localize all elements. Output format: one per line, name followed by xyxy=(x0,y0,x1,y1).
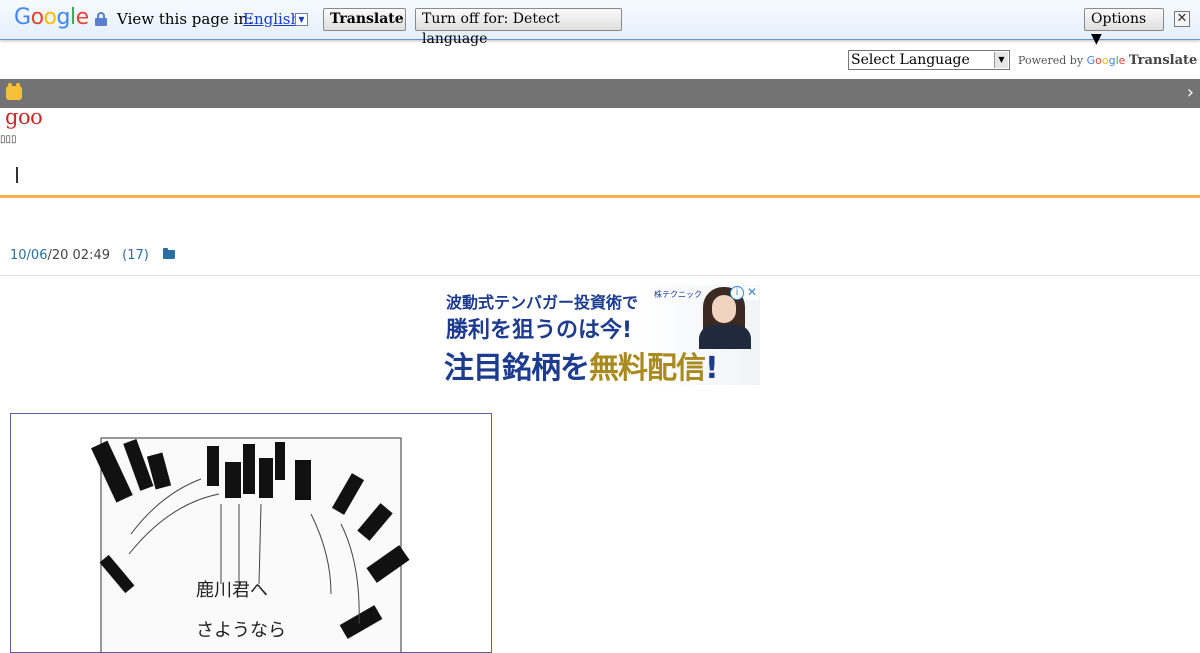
text-cursor xyxy=(16,167,18,183)
language-dropdown-arrow-icon[interactable]: ▼ xyxy=(295,13,308,26)
view-page-label: View this page in: xyxy=(117,10,254,28)
blog-toolbar: › xyxy=(0,79,1200,108)
folder-icon[interactable] xyxy=(162,248,175,259)
ad-line-1: 波動式テンバガー投資術で xyxy=(446,293,639,312)
svg-text:鹿川君へ: 鹿川君へ xyxy=(196,580,268,601)
meta-divider xyxy=(0,275,1200,276)
chevron-down-icon: ▼ xyxy=(994,52,1008,68)
ad-line-2-text: 勝利を狙うのは今! xyxy=(446,318,633,343)
ad-close-icon[interactable]: ✕ xyxy=(745,286,759,300)
svg-text:さようなら: さようなら xyxy=(196,620,286,641)
calligraphy-collage-image: 鹿川君へ さようなら xyxy=(91,437,410,652)
ad-line-3: 注目銘柄を無料配信! xyxy=(444,343,719,385)
powered-by-label: Powered by xyxy=(1018,54,1084,67)
ad-info-icon[interactable]: i xyxy=(730,286,744,300)
translate-wordmark: Translate xyxy=(1128,53,1198,68)
post-date-link[interactable]: 10/06 xyxy=(10,248,47,263)
header-divider xyxy=(0,195,1200,198)
ad-line-3-c: ! xyxy=(705,351,719,385)
chevron-right-icon[interactable]: › xyxy=(1187,82,1194,103)
post-image[interactable]: 鹿川君へ さようなら xyxy=(10,413,492,653)
select-language-value: Select Language xyxy=(851,52,970,68)
lock-icon xyxy=(95,12,107,26)
ad-line-3-a: 注目銘柄を xyxy=(444,351,590,385)
translate-button[interactable]: Translate xyxy=(323,8,406,31)
post-datetime: /20 02:49 xyxy=(47,248,110,263)
goo-logo[interactable]: goo xyxy=(5,105,43,129)
turn-off-button[interactable]: Turn off for: Detect language xyxy=(415,8,622,47)
powered-by-google-translate: Powered by Google Translate xyxy=(1018,53,1197,68)
google-wordmark: Google xyxy=(1086,54,1126,67)
options-button[interactable]: Options ▼ xyxy=(1084,8,1164,47)
target-language-link[interactable]: English xyxy=(243,10,300,28)
comment-count-link[interactable]: (17) xyxy=(122,248,149,263)
blog-subtitle: ▯▯▯ xyxy=(0,134,17,145)
toolbar-logo-icon[interactable] xyxy=(6,83,22,100)
google-logo: Google xyxy=(14,5,89,30)
ad-banner[interactable]: 波動式テンバガー投資術で 勝利を狙うのは今! 注目銘柄を無料配信! 株テクニック… xyxy=(440,285,760,385)
google-translate-bar: Google View this page in: English ▼ Tran… xyxy=(0,0,1200,47)
close-icon[interactable]: ✕ xyxy=(1174,11,1190,27)
ad-line-2: 勝利を狙うのは今! xyxy=(446,312,632,344)
select-language-dropdown[interactable]: Select Language ▼ xyxy=(848,50,1010,70)
ad-line-3-b: 無料配信 xyxy=(589,351,706,385)
post-meta: 10/06/20 02:49 (17) xyxy=(10,248,175,263)
